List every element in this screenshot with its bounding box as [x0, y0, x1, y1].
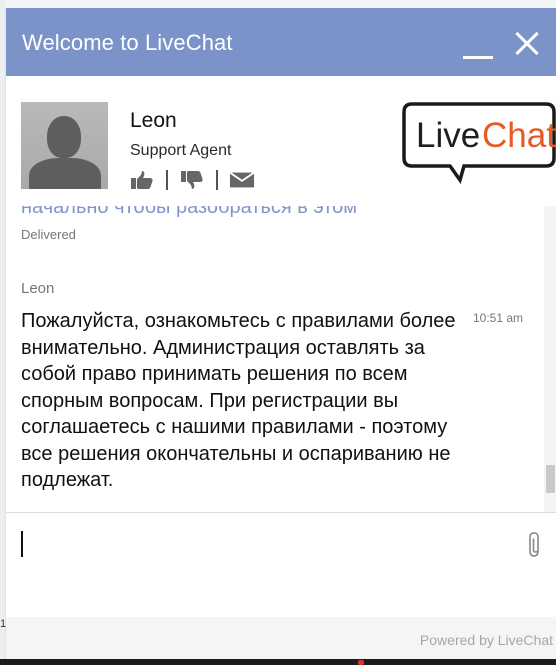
- chat-window: Welcome to LiveChat Leon Support Agent L…: [5, 8, 556, 659]
- composer: [6, 513, 556, 617]
- page-edge-marker: 1: [0, 618, 7, 630]
- close-icon[interactable]: [511, 28, 543, 60]
- message-input[interactable]: [20, 527, 514, 567]
- message-timestamp: 10:51 am: [473, 311, 524, 325]
- agent-role: Support Agent: [130, 142, 232, 159]
- window-title: Welcome to LiveChat: [22, 30, 233, 55]
- thumbs-down-icon[interactable]: [179, 169, 205, 191]
- rating-toolbar: [129, 168, 255, 192]
- footer: Powered by LiveChat: [6, 617, 556, 659]
- taskbar-strip: [0, 659, 556, 665]
- paperclip-icon[interactable]: [525, 531, 545, 559]
- title-bar: Welcome to LiveChat: [6, 8, 556, 76]
- scrollbar-thumb[interactable]: [546, 465, 555, 493]
- livechat-logo: Live Chat: [402, 100, 556, 185]
- previous-message-text: начально чтобы разобраться в этом: [21, 206, 358, 218]
- window-top-edge: [0, 0, 556, 8]
- agent-header: Leon Support Agent Live Chat: [6, 76, 556, 206]
- logo-live-text: Live: [416, 116, 480, 155]
- agent-name: Leon: [130, 109, 177, 132]
- separator: [216, 170, 218, 190]
- powered-by-link[interactable]: Powered by LiveChat: [420, 632, 553, 648]
- text-caret: [21, 531, 23, 557]
- minimize-icon[interactable]: [462, 31, 496, 61]
- message-scrollbar[interactable]: [544, 206, 556, 512]
- delivery-status: Delivered: [21, 227, 76, 242]
- thumbs-up-icon[interactable]: [129, 169, 155, 191]
- avatar-head: [47, 116, 81, 158]
- avatar-body: [29, 158, 101, 189]
- separator: [166, 170, 168, 190]
- envelope-icon[interactable]: [229, 169, 255, 191]
- message-list: начально чтобы разобраться в этом Delive…: [6, 206, 544, 512]
- message-author: Leon: [21, 280, 55, 297]
- taskbar-indicator: [358, 660, 364, 665]
- message-text: Пожалуйста, ознакомьтесь с правилами бол…: [21, 310, 456, 491]
- avatar: [21, 102, 108, 189]
- logo-chat-text: Chat: [482, 116, 556, 155]
